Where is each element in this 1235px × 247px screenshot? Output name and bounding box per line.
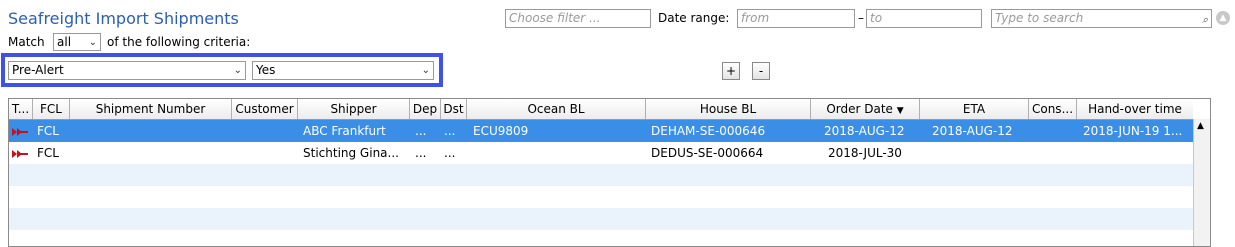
criteria-suffix-label: of the following criteria: [107,35,251,49]
column-header[interactable]: ETA [920,99,1029,119]
column-header[interactable]: Dep [410,99,441,119]
criteria-field-value: Pre-Alert [12,63,64,77]
table-row-empty [9,186,1193,208]
cell-dep: ... [415,124,427,138]
cell-shipper: Stichting Gina... [303,146,399,160]
column-header[interactable]: Cons... [1029,99,1077,119]
table-header: T... FCL Shipment Number Customer Shippe… [9,99,1193,120]
column-header[interactable]: House BL [646,99,811,119]
table-row-empty [9,164,1193,186]
column-header[interactable]: Customer [232,99,298,119]
column-header[interactable]: FCL [33,99,70,119]
date-from-input[interactable]: from [737,9,855,28]
cell-fcl: FCL [37,124,59,138]
page-title: Seafreight Import Shipments [8,9,239,28]
chevron-down-icon: ⌄ [421,65,430,76]
column-header[interactable]: T... [9,99,33,119]
cell-handover: 2018-JUN-19 1... [1083,124,1183,138]
shipments-table: T... FCL Shipment Number Customer Shippe… [8,98,1211,247]
column-header[interactable]: Hand-over time [1077,99,1193,119]
choose-filter-input[interactable]: Choose filter ... [505,9,651,28]
date-range-label: Date range: [658,11,730,25]
remove-criteria-button[interactable]: - [752,62,770,80]
criteria-condition-value: Yes [256,63,276,77]
date-range-dash: – [858,11,864,25]
cell-dst: ... [444,124,456,138]
criteria-condition-select[interactable]: Yes ⌄ [252,61,434,80]
chevron-down-icon: ⌄ [88,37,97,48]
cell-dst: ... [444,146,456,160]
column-header-order-date[interactable]: Order Date ▼ [811,99,920,119]
column-header[interactable]: Ocean BL [467,99,646,119]
vertical-scrollbar[interactable]: ▲ [1193,119,1210,246]
add-criteria-button[interactable]: + [722,62,740,80]
table-row[interactable]: FCL ABC Frankfurt ... ... ECU9809 DEHAM-… [9,120,1193,142]
collapse-icon[interactable]: ▲ [1216,11,1230,25]
arrow-icon [12,142,28,164]
column-header[interactable]: Shipment Number [70,99,232,119]
cell-eta: 2018-AUG-12 [932,124,1013,138]
cell-house-bl: DEDUS-SE-000664 [651,146,764,160]
cell-order-date: 2018-JUL-30 [828,146,902,160]
match-select-value: all [57,35,72,49]
column-header[interactable]: Dst [441,99,467,119]
search-placeholder: Type to search [995,11,1084,25]
search-input[interactable]: Type to search ⌕ [991,9,1212,28]
date-to-input[interactable]: to [866,9,982,28]
cell-fcl: FCL [37,146,59,160]
match-label: Match [8,35,45,49]
cell-house-bl: DEHAM-SE-000646 [651,124,766,138]
table-row[interactable]: FCL Stichting Gina... ... ... DEDUS-SE-0… [9,142,1193,164]
table-row-empty [9,208,1193,230]
match-select[interactable]: all ⌄ [53,33,101,51]
sort-desc-icon: ▼ [896,106,904,116]
cell-ocean-bl: ECU9809 [473,124,529,138]
criteria-field-select[interactable]: Pre-Alert ⌄ [8,61,246,80]
column-header[interactable]: Shipper [298,99,410,119]
search-icon[interactable]: ⌕ [1202,11,1208,28]
table-row-empty [9,230,1193,246]
chevron-down-icon: ⌄ [233,65,242,76]
column-header-label: Order Date [826,102,893,116]
cell-shipper: ABC Frankfurt [303,124,386,138]
scroll-up-icon[interactable]: ▲ [1197,121,1204,131]
cell-order-date: 2018-AUG-12 [824,124,905,138]
arrow-icon [12,120,28,142]
cell-dep: ... [415,146,427,160]
